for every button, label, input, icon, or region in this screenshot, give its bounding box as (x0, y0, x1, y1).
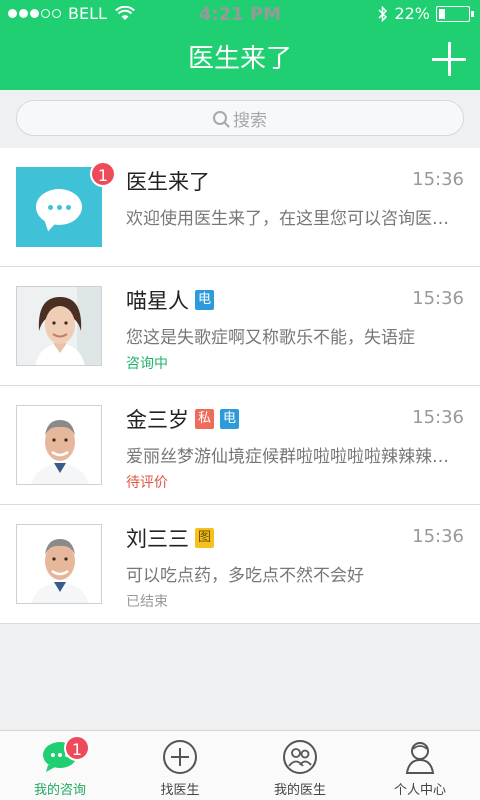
tab-find-doctor[interactable]: 找医生 (120, 731, 240, 800)
contact-name: 刘三三 图 (126, 523, 215, 553)
chat-bubble-icon (36, 189, 82, 225)
message-time: 15:36 (412, 407, 464, 428)
tab-unread-badge: 1 (64, 735, 90, 761)
contact-name-text: 刘三三 (126, 527, 189, 551)
contact-name-text: 医生来了 (126, 170, 210, 194)
consult-status: 待评价 (126, 475, 168, 491)
add-button[interactable] (432, 42, 466, 76)
bluetooth-icon (378, 5, 388, 22)
avatar (16, 524, 102, 604)
conversation-row[interactable]: 喵星人 电 15:36 您这是失歌症啊又称歌乐不能，失语症 咨询中 (0, 267, 480, 386)
female-doctor-avatar (17, 287, 101, 365)
conversation-row[interactable]: 1 医生来了 15:36 欢迎使用医生来了，在这里您可以咨询医生的相关问题 (0, 148, 480, 267)
tab-bar: 1 我的咨询 找医生 我的医生 个人中心 (0, 730, 480, 800)
battery-icon (436, 5, 474, 22)
unread-badge: 1 (90, 161, 116, 187)
search-icon (213, 111, 227, 125)
contact-name: 喵星人 电 (126, 285, 215, 315)
tab-label: 我的医生 (273, 783, 326, 798)
tab-profile[interactable]: 个人中心 (360, 731, 480, 800)
message-preview: 爱丽丝梦游仙境症候群啦啦啦啦啦辣辣辣辣辣 (126, 447, 462, 467)
message-preview: 欢迎使用医生来了，在这里您可以咨询医生的相关问题 (126, 209, 462, 229)
tab-my-doctors[interactable]: 我的医生 (240, 731, 360, 800)
contact-name-text: 喵星人 (126, 289, 189, 313)
contact-name-text: 金三岁 (126, 408, 189, 432)
avatar (16, 286, 102, 366)
search-placeholder: 搜索 (233, 110, 267, 131)
avatar (16, 405, 102, 485)
contact-name: 医生来了 (126, 166, 210, 196)
message-preview: 您这是失歌症啊又称歌乐不能，失语症 (126, 328, 415, 348)
contact-name: 金三岁 私 电 (126, 404, 240, 434)
private-tag: 私 (195, 409, 215, 429)
person-icon (402, 739, 438, 775)
battery-fill (439, 8, 445, 19)
message-time: 15:36 (412, 169, 464, 190)
conversation-row[interactable]: 金三岁 私 电 15:36 爱丽丝梦游仙境症候群啦啦啦啦啦辣辣辣辣辣 待评价 (0, 386, 480, 505)
image-tag: 图 (195, 528, 215, 548)
battery-percent: 22% (394, 4, 430, 23)
conversation-list: 1 医生来了 15:36 欢迎使用医生来了，在这里您可以咨询医生的相关问题 喵星… (0, 148, 480, 624)
message-preview: 可以吃点药，多吃点不然不会好 (126, 566, 364, 586)
message-time: 15:36 (412, 526, 464, 547)
status-right: 22% (378, 4, 474, 23)
search-area: 搜索 (0, 90, 480, 148)
doctors-icon (282, 739, 318, 775)
search-input[interactable]: 搜索 (16, 100, 464, 136)
conversation-row[interactable]: 刘三三 图 15:36 可以吃点药，多吃点不然不会好 已结束 (0, 505, 480, 624)
system-avatar (16, 167, 102, 247)
page-title: 医生来了 (187, 44, 292, 74)
tab-my-consultations[interactable]: 1 我的咨询 (0, 731, 120, 800)
phone-tag: 电 (195, 290, 215, 310)
phone-tag: 电 (220, 409, 240, 429)
top-bar: BELL 4:21 PM 22% 医生来了 (0, 0, 480, 90)
consult-status: 已结束 (126, 594, 168, 610)
tab-label: 个人中心 (393, 783, 446, 798)
male-doctor-avatar (17, 406, 101, 484)
status-bar: BELL 4:21 PM 22% (0, 0, 480, 28)
male-doctor-avatar (17, 525, 101, 603)
tab-label: 找医生 (160, 783, 200, 798)
message-time: 15:36 (412, 288, 464, 309)
plus-circle-icon (162, 739, 198, 775)
tab-label: 我的咨询 (33, 783, 86, 798)
consult-status: 咨询中 (126, 356, 168, 372)
